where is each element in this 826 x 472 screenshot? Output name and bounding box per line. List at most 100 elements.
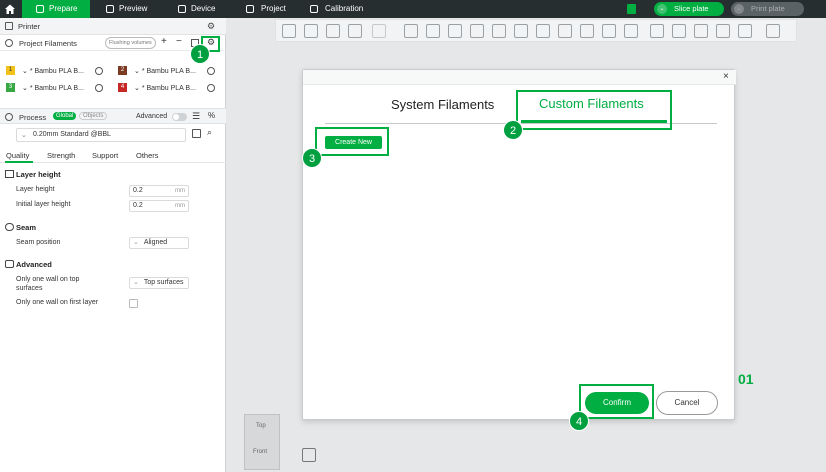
filament-3-name-text: * Bambu PLA B... [29,85,84,92]
seam-position-select[interactable]: ⌄ Aligned [129,237,189,249]
tab-device[interactable]: Device [164,0,232,18]
support-paint-icon[interactable] [536,24,550,38]
initial-layer-height-input[interactable]: 0.2 mm [129,200,189,212]
filament-2-edit-icon[interactable] [207,67,215,75]
layers-icon[interactable] [694,24,708,38]
process-icon [5,113,13,121]
process-label: Process [19,113,47,122]
one-wall-top-select[interactable]: ⌄ Top surfaces [129,277,189,289]
tab-device-label: Device [191,4,216,13]
chevron-down-icon: ⌄ [21,132,27,139]
filament-4-name[interactable]: ⌄ * Bambu PLA B... [134,84,196,92]
remove-filament-icon[interactable]: − [176,36,182,47]
filament-3-swatch[interactable]: 3 [6,83,15,92]
view-cube-top-label: Top [256,423,266,429]
chevron-down-icon[interactable]: ⌄ [734,4,744,14]
advanced-switch[interactable] [172,113,187,121]
cube-view-icon[interactable] [650,24,664,38]
compare-icon[interactable]: % [208,111,215,120]
tab-system-filaments[interactable]: System Filaments [391,97,494,112]
list-icon[interactable]: ☰ [192,111,200,122]
printer-label: Printer [18,22,41,31]
rotate-icon[interactable] [426,24,440,38]
tab-others[interactable]: Others [136,151,159,160]
project-filaments-label: Project Filaments [19,39,77,48]
tab-quality[interactable]: Quality [6,151,29,160]
cancel-button[interactable]: Cancel [656,391,718,415]
layer-height-input[interactable]: 0.2 mm [129,185,189,197]
initial-layer-height-unit: mm [175,203,185,209]
home-icon[interactable] [4,3,16,15]
filament-1-edit-icon[interactable] [95,67,103,75]
multi-device-icon[interactable] [627,4,636,14]
flushing-volumes-button[interactable]: Flushing volumes [105,37,156,49]
move-icon[interactable] [404,24,418,38]
initial-layer-height-label: Initial layer height [16,201,71,208]
filament-1-swatch[interactable]: 1 [6,66,15,75]
tab-project-label: Project [261,4,286,13]
tab-prepare[interactable]: Prepare [22,0,90,18]
filament-2-name[interactable]: ⌄ * Bambu PLA B... [134,67,196,75]
highlight-confirm [579,384,654,419]
plate-number: 01 [738,371,754,387]
zoom-fit-icon[interactable] [302,448,316,462]
filament-4-edit-icon[interactable] [207,84,215,92]
global-toggle[interactable]: Global [53,112,77,120]
search-icon[interactable]: ⌕ [207,127,212,138]
seam-paint-icon[interactable] [558,24,572,38]
slice-plate-button[interactable]: ⌄ Slice plate [654,2,724,16]
text-tool-icon[interactable] [580,24,594,38]
process-profile-value: 0.20mm Standard @BBL [33,131,111,138]
tab-project[interactable]: Project [234,0,298,18]
print-plate-button[interactable]: ⌄ Print plate [731,2,804,16]
chevron-down-icon[interactable]: ⌄ [657,4,667,14]
layer-height-section-title: Layer height [16,170,61,179]
split-icon[interactable] [372,24,386,38]
scale-icon[interactable] [448,24,462,38]
initial-layer-height-value: 0.2 [133,202,143,209]
filament-4-swatch[interactable]: 4 [118,83,127,92]
filament-1-name-text: * Bambu PLA B... [29,68,84,75]
seam-section-title: Seam [16,223,37,232]
filament-1-name[interactable]: ⌄ * Bambu PLA B... [22,67,84,75]
add-plate-icon[interactable] [304,24,318,38]
printer-settings-icon[interactable]: ⚙ [207,21,215,32]
objects-toggle[interactable]: Objects [79,112,108,120]
filament-3-edit-icon[interactable] [95,84,103,92]
process-section-header: Process Global Objects Advanced ☰ % [0,108,226,124]
process-profile-select[interactable]: ⌄ 0.20mm Standard @BBL [16,128,186,142]
assembly-icon[interactable] [624,24,638,38]
copy-icon[interactable] [716,24,730,38]
one-wall-first-layer-checkbox[interactable] [129,299,138,308]
one-wall-top-label-line2: surfaces [16,285,43,292]
measure-icon[interactable] [602,24,616,38]
left-panel: Printer ⚙ Project Filaments Flushing vol… [0,18,226,472]
tab-calibration[interactable]: Calibration [298,0,378,18]
layer-height-icon [5,170,14,178]
add-object-icon[interactable] [282,24,296,38]
highlight-custom-filaments [516,90,672,130]
tab-preview[interactable]: Preview [92,0,162,18]
layer-height-unit: mm [175,188,185,194]
tab-support[interactable]: Support [92,151,118,160]
explode-icon[interactable] [766,24,780,38]
active-tab-indicator [5,161,33,163]
chevron-down-icon: ⌄ [133,239,139,246]
filament-4-name-text: * Bambu PLA B... [141,85,196,92]
view-cube[interactable]: Top Front [244,414,280,470]
highlight-create-new [315,127,389,156]
cut-icon[interactable] [492,24,506,38]
add-filament-icon[interactable]: + [161,36,167,47]
arrange-icon[interactable] [348,24,362,38]
close-icon[interactable]: × [723,71,729,82]
tab-preview-label: Preview [119,4,148,13]
paste-icon[interactable] [738,24,752,38]
save-profile-icon[interactable] [192,129,201,138]
slice-view-icon[interactable] [672,24,686,38]
mesh-boolean-icon[interactable] [514,24,528,38]
orient-icon[interactable] [326,24,340,38]
tab-strength[interactable]: Strength [47,151,75,160]
filament-2-swatch[interactable]: 2 [118,66,127,75]
filament-3-name[interactable]: ⌄ * Bambu PLA B... [22,84,84,92]
lay-on-face-icon[interactable] [470,24,484,38]
